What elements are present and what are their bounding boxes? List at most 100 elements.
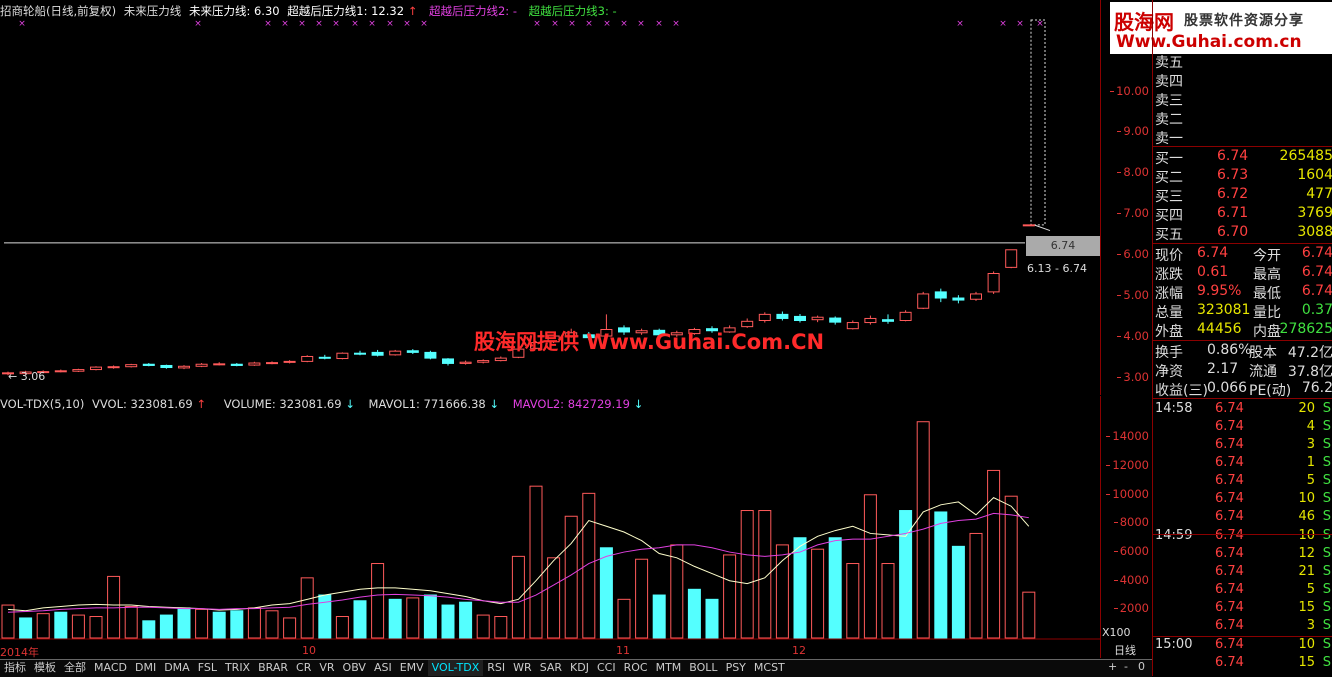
- trade-tick-row[interactable]: 6.74 12 S: [1153, 546, 1332, 564]
- watermark-text: 股海网提供 Www.Guhai.Com.CN: [474, 330, 825, 354]
- tab-模板[interactable]: 模板: [30, 660, 60, 676]
- trade-tick-row[interactable]: 6.74 10 S: [1153, 491, 1332, 509]
- fundamental-value: 0.86%: [1207, 342, 1252, 358]
- volume-bar-9: [159, 614, 173, 639]
- tab-指标[interactable]: 指标: [0, 660, 30, 676]
- reset-button[interactable]: 0: [1138, 660, 1145, 673]
- volume-bar-2: [36, 613, 50, 639]
- trade-tick-row[interactable]: 6.74 15 S: [1153, 600, 1332, 618]
- tab-cr[interactable]: CR: [292, 660, 315, 676]
- buy-row-1: 买一 6.74 265485: [1155, 148, 1332, 167]
- tab-sar[interactable]: SAR: [536, 660, 566, 676]
- trade-tick-row[interactable]: 15:00 6.74 10 S: [1153, 637, 1332, 655]
- quote-value: 6.74: [1197, 245, 1229, 261]
- tab-trix[interactable]: TRIX: [221, 660, 254, 676]
- trade-tick-row[interactable]: 6.74 21 S: [1153, 564, 1332, 582]
- period-label[interactable]: 日线: [1114, 642, 1136, 658]
- tab-fsl[interactable]: FSL: [194, 660, 221, 676]
- trade-volume: 5: [1306, 582, 1315, 597]
- volume-bar-48: [846, 563, 860, 639]
- tab-dma[interactable]: DMA: [160, 660, 194, 676]
- volume-bar-29: [511, 555, 525, 639]
- volume-bar-7: [124, 605, 138, 639]
- trade-price: 6.74: [1215, 618, 1244, 633]
- candle-body-23: [406, 350, 419, 353]
- volume-chart[interactable]: [0, 396, 1100, 659]
- trade-tick-row[interactable]: 6.74 1 S: [1153, 455, 1332, 473]
- candle-body-17: [301, 355, 314, 362]
- volume-bar-44: [775, 544, 789, 639]
- fundamental-label: 净资: [1155, 364, 1183, 380]
- trade-volume: 3: [1306, 618, 1315, 633]
- volume-bar-54: [951, 545, 965, 639]
- tab-boll[interactable]: BOLL: [685, 660, 721, 676]
- trade-side: S: [1322, 473, 1331, 488]
- quote-label-2: 最低: [1253, 286, 1281, 302]
- tab-obv[interactable]: OBV: [339, 660, 370, 676]
- zoom-out-button[interactable]: -: [1124, 660, 1128, 673]
- tab-vol-tdx[interactable]: VOL-TDX: [427, 660, 484, 676]
- tab-全部[interactable]: 全部: [60, 660, 90, 676]
- trade-side: S: [1322, 509, 1331, 524]
- cross-marker-6: ×: [332, 19, 340, 29]
- candle-body-11: [195, 363, 208, 367]
- sell-row-label: 卖三: [1155, 93, 1183, 109]
- buy-row-price: 6.70: [1217, 224, 1249, 240]
- sell-row-1: 卖五: [1155, 52, 1332, 71]
- quote-value-2: 278625: [1279, 321, 1332, 337]
- candle-body-56: [987, 272, 1000, 293]
- buy-row-label: 买五: [1155, 227, 1183, 243]
- candle-body-50: [882, 319, 894, 322]
- up-arrow-icon: ↑: [407, 4, 418, 18]
- trade-tick-row[interactable]: 6.74 4 S: [1153, 419, 1332, 437]
- tab-macd[interactable]: MACD: [90, 660, 131, 676]
- volume-bar-11: [195, 608, 209, 639]
- tab-roc[interactable]: ROC: [620, 660, 652, 676]
- tab-wr[interactable]: WR: [509, 660, 536, 676]
- tab-emv[interactable]: EMV: [396, 660, 428, 676]
- trade-tick-row[interactable]: 14:58 6.74 20 S: [1153, 401, 1332, 419]
- trade-tick-row[interactable]: 6.74 3 S: [1153, 437, 1332, 455]
- trade-tick-row[interactable]: 6.74 3 S: [1153, 618, 1332, 636]
- cross-marker-0: ×: [18, 19, 26, 29]
- volume-bar-36: [635, 558, 649, 639]
- trade-tick-row[interactable]: 6.74 5 S: [1153, 582, 1332, 600]
- candle-body-5: [90, 366, 102, 371]
- trade-tick-row[interactable]: 6.74 46 S: [1153, 509, 1332, 527]
- fundamental-value: 2.17: [1207, 361, 1239, 377]
- cross-marker-5: ×: [315, 19, 323, 29]
- volume-bar-38: [670, 544, 684, 639]
- trade-time: 14:58: [1155, 401, 1193, 416]
- tab-asi[interactable]: ASI: [370, 660, 396, 676]
- tab-dmi[interactable]: DMI: [131, 660, 160, 676]
- sell-row-label: 卖一: [1155, 131, 1183, 147]
- tab-rsi[interactable]: RSI: [483, 660, 509, 676]
- trade-price: 6.74: [1215, 491, 1244, 506]
- price-tick-7: 4.00: [1117, 328, 1149, 343]
- tab-brar[interactable]: BRAR: [254, 660, 292, 676]
- trade-volume: 15: [1298, 655, 1315, 670]
- stock-title: 招商轮船(日线,前复权): [0, 4, 117, 18]
- fundamental-row-0: 换手 0.86% 股本 47.2亿: [1155, 342, 1332, 361]
- trade-tick-row[interactable]: 6.74 15 S: [1153, 655, 1332, 673]
- tab-vr[interactable]: VR: [315, 660, 338, 676]
- candle-body-9: [160, 364, 173, 369]
- volume-indicator-name: VOL-TDX(5,10): [0, 397, 85, 411]
- kline-chart-area[interactable]: × × × × × × × × × × × × × × × × × × × × × × × × × 招商轮船(日线,前复权) 未…: [0, 0, 1100, 660]
- volume-bar-41: [723, 554, 737, 639]
- zoom-in-button[interactable]: +: [1108, 660, 1117, 673]
- tab-psy[interactable]: PSY: [722, 660, 750, 676]
- trade-tick-row[interactable]: 6.74 5 S: [1153, 473, 1332, 491]
- tab-kdj[interactable]: KDJ: [566, 660, 593, 676]
- tab-mtm[interactable]: MTM: [652, 660, 686, 676]
- volume-bar-4: [71, 614, 85, 639]
- sell-row-4: 卖二: [1155, 109, 1332, 128]
- cross-marker-22: ×: [999, 19, 1007, 29]
- volume-bar-8: [142, 620, 156, 639]
- trade-tick-row[interactable]: 14:59 6.74 10 S: [1153, 528, 1332, 546]
- tab-cci[interactable]: CCI: [593, 660, 620, 676]
- candle-body-55: [970, 293, 982, 300]
- fundamental-value-2: 76.2: [1301, 380, 1332, 396]
- tab-mcst[interactable]: MCST: [750, 660, 789, 676]
- volume-bar-55: [969, 532, 983, 639]
